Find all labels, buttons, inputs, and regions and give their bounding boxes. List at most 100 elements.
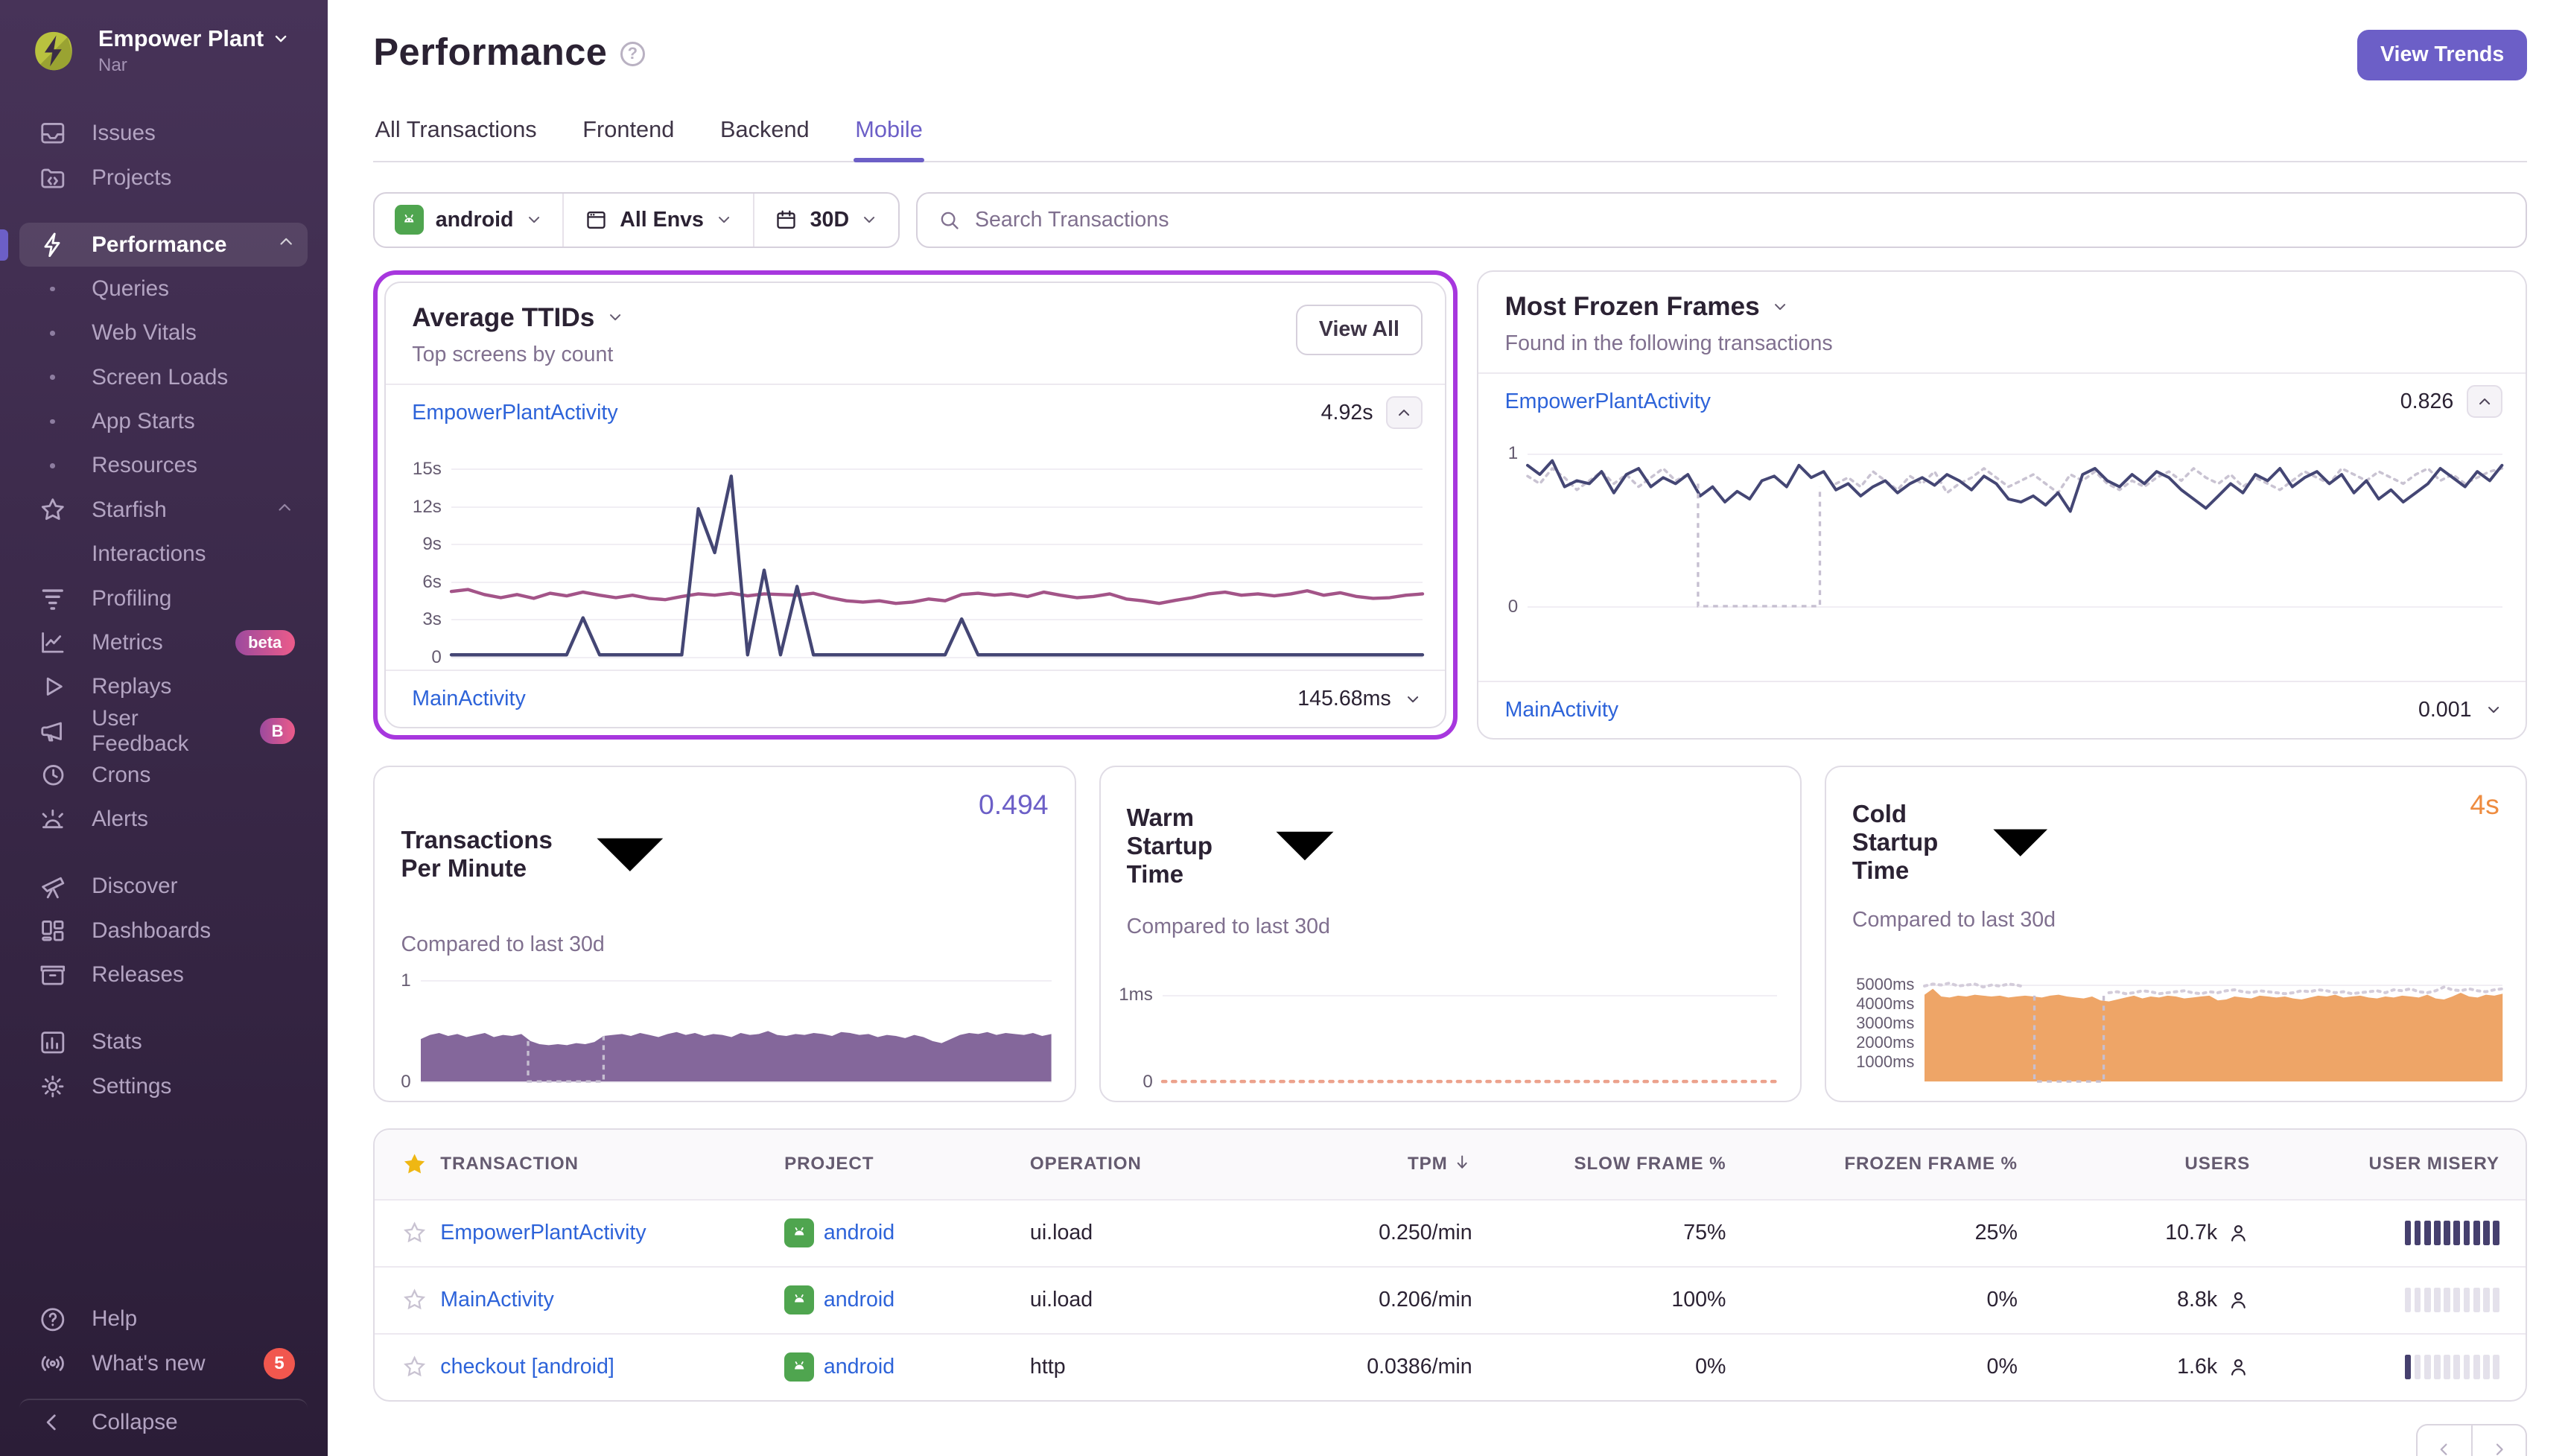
- average-ttids-chart: 0 3s 6s 9s 12s 15s: [386, 440, 1445, 670]
- sidebar-item-queries[interactable]: Queries: [19, 267, 308, 311]
- column-header-frozen-frame[interactable]: Frozen Frame %: [1726, 1130, 2018, 1199]
- sidebar-item-profiling[interactable]: Profiling: [19, 576, 308, 620]
- sidebar-item-starfish[interactable]: Starfish: [19, 488, 308, 532]
- users-cell: 8.8k: [2017, 1265, 2251, 1333]
- tpm-cell: 0.206/min: [1321, 1265, 1472, 1333]
- project-filter[interactable]: android: [375, 193, 565, 247]
- sort-desc-icon: [1448, 1152, 1472, 1177]
- average-ttids-panel: Average TTIDs Top screens by count View …: [384, 282, 1447, 729]
- most-frozen-frames-title[interactable]: Most Frozen Frames: [1505, 292, 2499, 322]
- average-ttids-title[interactable]: Average TTIDs: [412, 303, 1419, 333]
- chevron-up-icon: [1399, 410, 1410, 416]
- chevron-down-icon: [864, 217, 875, 223]
- tpm-panel: Transactions Per Minute 0.494 Compared t…: [373, 766, 1076, 1103]
- sidebar-item-discover[interactable]: Discover: [19, 865, 308, 909]
- sidebar-item-issues[interactable]: Issues: [19, 111, 308, 155]
- view-all-button[interactable]: View All: [1296, 304, 1423, 355]
- chevron-up-icon: [275, 497, 294, 523]
- org-name: Empower Plant: [98, 25, 264, 52]
- star-toggle[interactable]: [375, 1265, 441, 1333]
- column-header-user-misery[interactable]: User Misery: [2250, 1130, 2526, 1199]
- play-icon: [38, 672, 68, 702]
- sidebar-item-interactions[interactable]: Interactions: [19, 533, 308, 576]
- cold-startup-title[interactable]: Cold Startup Time: [1852, 789, 2075, 897]
- help-question-icon[interactable]: ?: [620, 41, 645, 66]
- transaction-link[interactable]: MainActivity: [1505, 698, 1618, 722]
- sidebar-item-whats-new[interactable]: What's new 5: [19, 1341, 308, 1385]
- date-range-filter[interactable]: 30D: [754, 194, 898, 247]
- column-header-users[interactable]: Users: [2017, 1130, 2251, 1199]
- sidebar-item-web-vitals[interactable]: Web Vitals: [19, 311, 308, 355]
- sidebar-item-screen-loads[interactable]: Screen Loads: [19, 355, 308, 399]
- sidebar-collapse-button[interactable]: Collapse: [19, 1398, 308, 1443]
- star-toggle[interactable]: [375, 1198, 441, 1266]
- chevron-down-icon: [528, 217, 540, 223]
- bullet-icon: [38, 463, 68, 468]
- transaction-link[interactable]: MainActivity: [440, 1288, 553, 1312]
- sidebar-item-performance[interactable]: Performance: [0, 222, 308, 267]
- sidebar-item-alerts[interactable]: Alerts: [19, 798, 308, 842]
- sidebar-item-projects[interactable]: Projects: [19, 156, 308, 200]
- environment-filter[interactable]: All Envs: [564, 193, 754, 247]
- frozen-frame-cell: 0%: [1726, 1265, 2018, 1333]
- previous-page-button[interactable]: [2415, 1424, 2472, 1456]
- org-switcher[interactable]: Empower Plant Nar: [19, 16, 308, 95]
- user-misery-cell: [2250, 1332, 2526, 1400]
- column-header-tpm[interactable]: TPM: [1321, 1130, 1472, 1199]
- users-cell: 10.7k: [2017, 1198, 2251, 1266]
- sidebar-item-user-feedback[interactable]: User Feedback B: [19, 706, 308, 756]
- chevron-up-icon: [276, 232, 296, 257]
- tab-backend[interactable]: Backend: [719, 116, 811, 161]
- bullet-icon: [38, 286, 68, 292]
- sidebar-item-crons[interactable]: Crons: [19, 753, 308, 797]
- cold-startup-panel: Cold Startup Time 4s Compared to last 30…: [1824, 766, 2528, 1103]
- chevron-down-icon: [597, 838, 664, 871]
- column-header-project[interactable]: Project: [784, 1130, 1030, 1199]
- tab-frontend[interactable]: Frontend: [581, 116, 676, 161]
- star-column-header[interactable]: [375, 1130, 441, 1199]
- tab-mobile[interactable]: Mobile: [854, 116, 925, 164]
- warm-startup-title[interactable]: Warm Startup Time: [1127, 789, 1362, 903]
- transaction-link[interactable]: EmpowerPlantActivity: [440, 1221, 646, 1245]
- sidebar-item-releases[interactable]: Releases: [19, 953, 308, 997]
- column-header-transaction[interactable]: Transaction: [440, 1130, 785, 1199]
- tab-all-transactions[interactable]: All Transactions: [373, 116, 538, 161]
- project-cell: android: [784, 1332, 1030, 1400]
- bullet-icon: [38, 331, 68, 336]
- sidebar-item-replays[interactable]: Replays: [19, 665, 308, 709]
- view-trends-button[interactable]: View Trends: [2357, 29, 2528, 80]
- cold-startup-value: 4s: [2470, 788, 2499, 820]
- column-header-slow-frame[interactable]: Slow Frame %: [1472, 1130, 1726, 1199]
- expand-row-button[interactable]: [2485, 701, 2502, 719]
- collapse-row-button[interactable]: [1386, 396, 1423, 430]
- active-indicator: [0, 229, 8, 261]
- transaction-link[interactable]: EmpowerPlantActivity: [412, 401, 617, 425]
- project-cell: android: [784, 1265, 1030, 1333]
- star-toggle[interactable]: [375, 1332, 441, 1400]
- transaction-link[interactable]: checkout [android]: [440, 1355, 614, 1379]
- org-logo-icon: [35, 31, 72, 71]
- transaction-link[interactable]: EmpowerPlantActivity: [1505, 390, 1711, 414]
- expand-row-button[interactable]: [1404, 690, 1422, 708]
- sidebar-item-settings[interactable]: Settings: [19, 1064, 308, 1108]
- sidebar-item-help[interactable]: Help: [19, 1297, 308, 1341]
- transaction-link[interactable]: MainActivity: [412, 687, 525, 711]
- bullet-icon: [38, 375, 68, 381]
- next-page-button[interactable]: [2471, 1424, 2528, 1456]
- collapse-row-button[interactable]: [2466, 385, 2503, 419]
- clock-icon: [38, 760, 68, 790]
- gear-icon: [38, 1072, 68, 1101]
- search-input[interactable]: [974, 207, 2506, 232]
- tpm-title[interactable]: Transactions Per Minute: [401, 789, 696, 921]
- sidebar-item-app-starts[interactable]: App Starts: [19, 399, 308, 443]
- user-icon: [2231, 1359, 2246, 1376]
- frozen-frame-cell: 25%: [1726, 1198, 2018, 1266]
- sidebar-item-metrics[interactable]: Metrics beta: [19, 620, 308, 664]
- frozen-frame-cell: 0%: [1726, 1332, 2018, 1400]
- page-title: Performance: [373, 30, 608, 73]
- page-filter-bar: android All Envs 30D: [373, 191, 900, 248]
- column-header-operation[interactable]: Operation: [1029, 1130, 1322, 1199]
- sidebar-item-resources[interactable]: Resources: [19, 444, 308, 488]
- sidebar-item-dashboards[interactable]: Dashboards: [19, 909, 308, 953]
- sidebar-item-stats[interactable]: Stats: [19, 1020, 308, 1064]
